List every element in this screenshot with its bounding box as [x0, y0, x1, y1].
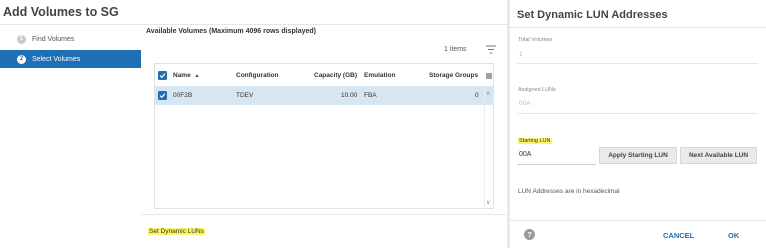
- checkmark-icon: [159, 93, 166, 99]
- wizard-steps: 1 Find Volumes 2 Select Volumes: [0, 30, 141, 70]
- dialog-title: Set Dynamic LUN Addresses: [517, 9, 668, 21]
- assigned-luns-label: Assigned LUNs: [518, 87, 556, 93]
- starting-lun-label: Starting LUN: [518, 138, 552, 144]
- table-header: Name ▲ Configuration Capacity (GB) Emula…: [155, 66, 493, 85]
- assigned-luns-value: 00A: [519, 100, 531, 107]
- set-dynamic-lun-dialog: Set Dynamic LUN Addresses Total Volumes …: [510, 0, 766, 248]
- cell-emulation: FBA: [364, 92, 377, 99]
- step-find-volumes[interactable]: 1 Find Volumes: [0, 30, 141, 48]
- col-name-header[interactable]: Name ▲: [173, 72, 199, 79]
- items-count: 1 items: [444, 46, 467, 53]
- col-storage-groups-header[interactable]: Storage Groups: [429, 72, 478, 79]
- next-available-lun-button[interactable]: Next Available LUN: [680, 147, 757, 164]
- available-volumes-title: Available Volumes (Maximum 4096 rows dis…: [146, 28, 317, 35]
- table-row[interactable]: 00F2B TDEV 10.00 FBA 0: [155, 86, 493, 105]
- column-menu-icon[interactable]: [486, 73, 492, 79]
- step-label: Select Volumes: [32, 55, 81, 63]
- volumes-table: Name ▲ Configuration Capacity (GB) Emula…: [154, 63, 494, 209]
- assigned-luns-underline: [517, 113, 758, 114]
- apply-starting-lun-button[interactable]: Apply Starting LUN: [599, 147, 677, 164]
- select-all-checkbox[interactable]: [158, 71, 167, 80]
- cell-configuration: TDEV: [236, 92, 254, 99]
- total-volumes-value: 1: [519, 51, 523, 58]
- total-volumes-label: Total Volumes: [518, 37, 553, 43]
- col-configuration-header[interactable]: Configuration: [236, 72, 279, 79]
- sort-asc-icon: ▲: [194, 73, 200, 79]
- add-volumes-dialog: Add Volumes to SG 1 Find Volumes 2 Selec…: [0, 0, 507, 248]
- ok-button[interactable]: OK: [728, 231, 739, 240]
- cancel-button[interactable]: CANCEL: [663, 231, 694, 240]
- table-scrollbar[interactable]: ∧ ∨: [484, 86, 493, 208]
- step-label: Find Volumes: [32, 35, 75, 43]
- footer-divider: [141, 214, 507, 215]
- set-dynamic-luns-link[interactable]: Set Dynamic LUNs: [148, 228, 205, 235]
- title-divider: [510, 27, 766, 28]
- col-capacity-header[interactable]: Capacity (GB): [314, 72, 357, 79]
- cell-name: 00F2B: [173, 92, 193, 99]
- cell-storage-groups: 0: [475, 92, 479, 99]
- cell-capacity: 10.00: [341, 92, 358, 99]
- title-divider: [0, 24, 507, 25]
- checkmark-icon: [159, 73, 166, 79]
- col-emulation-header[interactable]: Emulation: [364, 72, 395, 79]
- starting-lun-input[interactable]: 00A: [517, 146, 596, 165]
- dialog-title: Add Volumes to SG: [3, 5, 119, 19]
- total-volumes-underline: [517, 63, 758, 64]
- step-number: 1: [17, 34, 26, 44]
- hex-note: LUN Addresses are in hexadecimal: [518, 188, 620, 195]
- footer-divider: [510, 220, 766, 221]
- screen: Add Volumes to SG 1 Find Volumes 2 Selec…: [0, 0, 766, 248]
- starting-lun-label-text: Starting LUN: [518, 138, 552, 144]
- scroll-up-icon[interactable]: ∧: [486, 90, 490, 97]
- help-icon[interactable]: ?: [524, 229, 535, 240]
- row-checkbox[interactable]: [158, 91, 167, 100]
- filter-icon[interactable]: [486, 45, 496, 54]
- step-number: 2: [17, 54, 26, 64]
- step-select-volumes[interactable]: 2 Select Volumes: [0, 50, 141, 68]
- scroll-down-icon[interactable]: ∨: [486, 199, 490, 206]
